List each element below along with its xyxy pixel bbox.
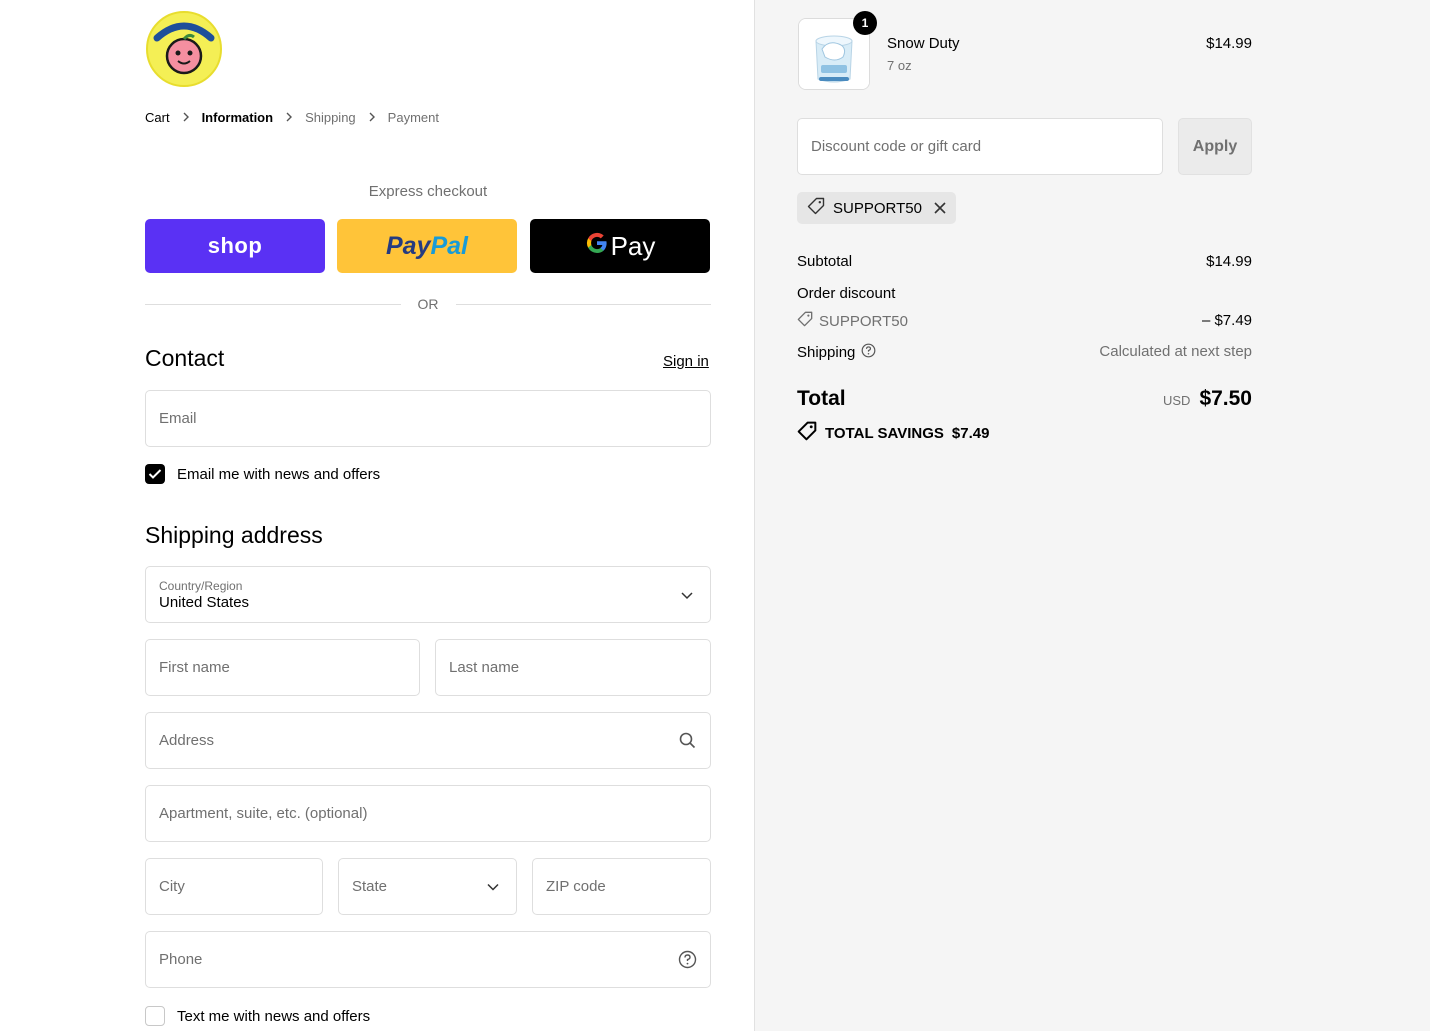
tag-icon — [797, 311, 813, 331]
paypal-label-pal: Pal — [430, 231, 468, 260]
phone-placeholder: Phone — [159, 951, 203, 968]
sms-news-label: Text me with news and offers — [177, 1007, 371, 1025]
last-name-field[interactable]: Last name — [435, 639, 711, 696]
subtotal-label: Subtotal — [797, 253, 853, 270]
breadcrumb-shipping: Shipping — [305, 110, 356, 125]
shipping-label-row: Shipping — [797, 343, 876, 362]
express-checkout-title: Express checkout — [368, 183, 488, 200]
product-price: $14.99 — [1206, 35, 1252, 52]
apartment-field[interactable]: Apartment, suite, etc. (optional) — [145, 785, 711, 842]
contact-heading: Contact — [145, 345, 225, 371]
order-discount-label: Order discount — [797, 285, 896, 302]
help-circle-icon[interactable] — [677, 950, 697, 970]
country-label: Country/Region — [159, 578, 243, 593]
breadcrumb-information: Information — [201, 110, 274, 125]
zip-field[interactable]: ZIP code — [532, 858, 711, 915]
email-news-label: Email me with news and offers — [177, 465, 381, 483]
shipping-address-heading: Shipping address — [145, 522, 323, 548]
country-select[interactable]: Country/Region United States — [145, 566, 711, 623]
total-currency: USD — [1162, 393, 1191, 408]
state-placeholder: State — [352, 878, 388, 895]
chevron-right-icon — [182, 111, 190, 125]
email-field[interactable]: Email — [145, 390, 711, 447]
email-news-checkbox-row[interactable]: Email me with news and offers — [145, 464, 380, 484]
first-name-field[interactable]: First name — [145, 639, 420, 696]
product-name: Snow Duty — [887, 35, 960, 52]
sign-in-link[interactable]: Sign in — [663, 353, 709, 370]
zip-placeholder: ZIP code — [546, 878, 606, 895]
city-placeholder: City — [159, 878, 185, 895]
store-logo[interactable] — [145, 10, 223, 88]
last-name-placeholder: Last name — [449, 659, 520, 676]
breadcrumb-payment: Payment — [387, 110, 439, 125]
or-divider: OR — [145, 294, 711, 314]
close-icon[interactable] — [934, 202, 946, 214]
breadcrumb-cart[interactable]: Cart — [145, 110, 170, 125]
or-label: OR — [417, 296, 439, 312]
total-savings-label: TOTAL SAVINGS — [825, 424, 944, 442]
state-select[interactable]: State — [338, 858, 517, 915]
shop-pay-label: shop — [207, 233, 263, 258]
product-variant: 7 oz — [887, 58, 912, 73]
chevron-down-icon — [483, 877, 503, 897]
order-discount-code-row: SUPPORT50 — [797, 311, 908, 331]
applied-discount-chip: SUPPORT50 — [797, 192, 956, 224]
search-icon[interactable] — [677, 731, 697, 751]
checkbox-unchecked-icon[interactable] — [145, 1006, 165, 1026]
paypal-button[interactable]: Pay Pal — [337, 219, 517, 273]
subtotal-value: $14.99 — [1206, 253, 1252, 270]
tag-icon — [797, 421, 817, 445]
apply-discount-button[interactable]: Apply — [1178, 118, 1252, 175]
email-placeholder: Email — [159, 410, 197, 427]
chevron-right-icon — [368, 111, 376, 125]
tag-icon — [807, 197, 825, 219]
quantity-badge: 1 — [853, 11, 877, 35]
city-field[interactable]: City — [145, 858, 323, 915]
shipping-value: Calculated at next step — [1099, 343, 1252, 360]
discount-placeholder: Discount code or gift card — [811, 138, 982, 155]
shipping-label: Shipping — [797, 344, 856, 361]
applied-discount-code: SUPPORT50 — [833, 199, 922, 217]
order-discount-value: – $7.49 — [1201, 312, 1252, 329]
product-thumbnail: 1 — [798, 11, 877, 90]
address-field[interactable]: Address — [145, 712, 711, 769]
first-name-placeholder: First name — [159, 659, 230, 676]
google-pay-label: Pay — [610, 230, 656, 261]
paypal-label-pay: Pay — [385, 231, 431, 260]
chevron-right-icon — [285, 111, 293, 125]
phone-field[interactable]: Phone — [145, 931, 711, 988]
shop-pay-button[interactable]: shop — [145, 219, 325, 273]
google-g-icon — [585, 231, 609, 262]
order-discount-code: SUPPORT50 — [819, 312, 908, 330]
sms-news-checkbox-row[interactable]: Text me with news and offers — [145, 1006, 370, 1026]
checkout-form-column: Cart Information Shipping Payment Expres… — [0, 0, 754, 1031]
total-savings-value: $7.49 — [951, 424, 990, 442]
discount-code-input[interactable]: Discount code or gift card — [797, 118, 1163, 175]
address-placeholder: Address — [159, 732, 215, 749]
help-circle-icon[interactable] — [861, 343, 876, 362]
total-label: Total — [797, 387, 846, 410]
checkbox-checked-icon[interactable] — [145, 464, 165, 484]
chevron-down-icon — [681, 586, 693, 603]
country-value: United States — [159, 593, 250, 611]
total-value-row: USD $7.50 — [1050, 387, 1252, 411]
google-pay-button[interactable]: Pay — [530, 219, 710, 273]
total-savings-row: TOTAL SAVINGS $7.49 — [797, 421, 989, 445]
apartment-placeholder: Apartment, suite, etc. (optional) — [159, 805, 368, 822]
breadcrumb: Cart Information Shipping Payment — [145, 110, 439, 125]
total-amount: $7.50 — [1199, 387, 1252, 410]
